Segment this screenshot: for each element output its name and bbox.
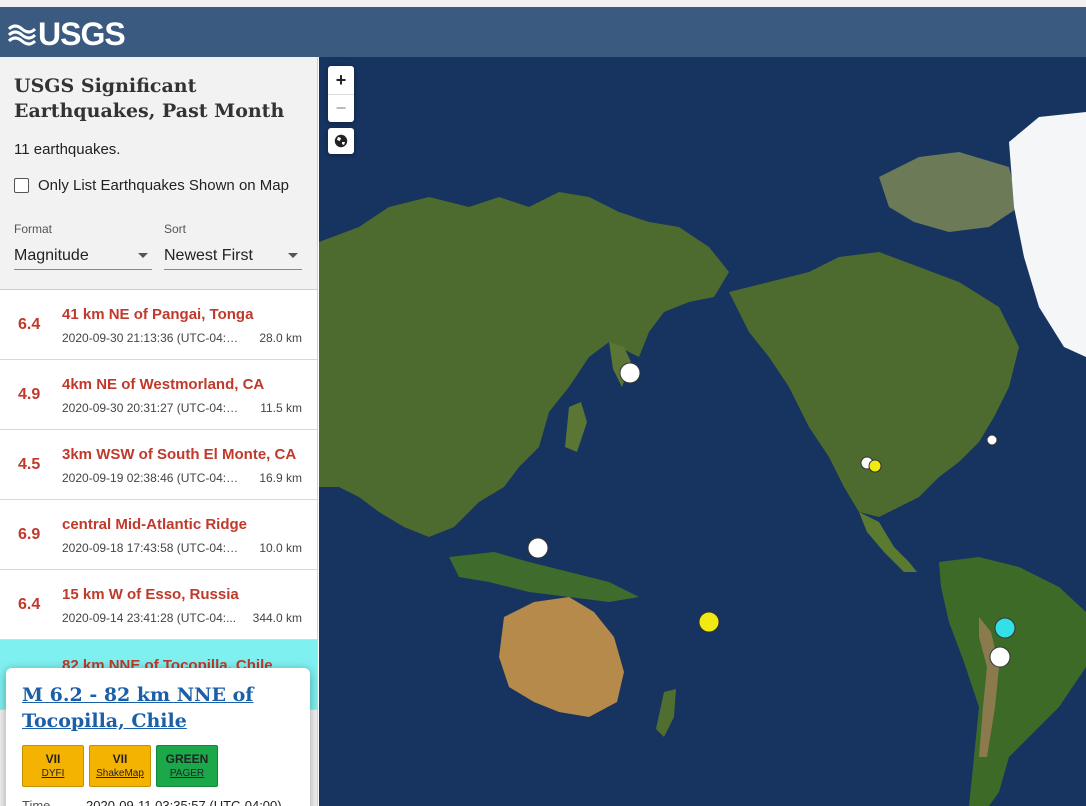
dyfi-value: VII (45, 752, 61, 766)
earthquake-list-item[interactable]: 6.4 41 km NE of Pangai, Tonga 2020-09-30… (0, 290, 317, 360)
earthquake-marker-selected[interactable] (994, 617, 1016, 639)
magnitude: 6.9 (18, 526, 41, 543)
dyfi-label: DYFI (41, 768, 65, 779)
event-time: 2020-09-14 23:41:28 (UTC-04:... (62, 611, 237, 625)
format-label: Format (14, 222, 53, 236)
earthquake-marker[interactable] (619, 362, 641, 384)
earthquake-marker[interactable] (527, 537, 549, 559)
sort-select-group: Sort Newest First (164, 222, 302, 270)
location: 4km NE of Westmorland, CA (62, 376, 265, 393)
depth: 11.5 km (260, 401, 302, 415)
pager-value: GREEN (165, 752, 209, 766)
earthquake-popup: M 6.2 - 82 km NNE of Tocopilla, Chile VI… (6, 668, 310, 806)
pager-badge[interactable]: GREEN PAGER (156, 745, 218, 787)
shakemap-badge[interactable]: VII ShakeMap (89, 745, 151, 787)
format-select-group: Format Magnitude (14, 222, 152, 270)
logo-text: USGS (38, 16, 126, 52)
magnitude: 4.5 (18, 456, 41, 473)
pager-label: PAGER (169, 768, 205, 779)
event-time: 2020-09-30 21:13:36 (UTC-04:00) (62, 331, 242, 345)
location: 41 km NE of Pangai, Tonga (62, 306, 254, 323)
dyfi-badge[interactable]: VII DYFI (22, 745, 84, 787)
only-list-checkbox[interactable] (14, 178, 29, 193)
event-time: 2020-09-19 02:38:46 (UTC-04:00) (62, 471, 242, 485)
location: 15 km W of Esso, Russia (62, 586, 239, 603)
depth: 344.0 km (252, 611, 302, 625)
magnitude: 6.4 (18, 316, 41, 333)
popup-title-link[interactable]: M 6.2 - 82 km NNE of Tocopilla, Chile (22, 682, 292, 734)
globe-icon (334, 134, 348, 148)
earthquake-marker[interactable] (698, 611, 720, 633)
depth: 16.9 km (259, 471, 302, 485)
chevron-down-icon (288, 253, 298, 258)
earthquake-marker[interactable] (989, 646, 1011, 668)
magnitude: 4.9 (18, 386, 41, 403)
format-select[interactable]: Magnitude (14, 242, 152, 270)
usgs-logo[interactable]: USGS (8, 16, 126, 52)
page-title: USGS Significant Earthquakes, Past Month (14, 75, 285, 122)
only-list-label: Only List Earthquakes Shown on Map (38, 177, 289, 194)
earthquake-list: 6.4 41 km NE of Pangai, Tonga 2020-09-30… (0, 289, 317, 710)
event-time: 2020-09-30 20:31:27 (UTC-04:00) (62, 401, 242, 415)
zoom-out-button[interactable]: − (328, 94, 354, 122)
sort-value: Newest First (164, 246, 253, 264)
popup-time-value: 2020-09-11 03:35:57 (UTC-04:00) (86, 798, 282, 806)
format-value: Magnitude (14, 246, 89, 264)
popup-time-label: Time (22, 798, 51, 806)
earthquake-list-item[interactable]: 4.5 3km WSW of South El Monte, CA 2020-0… (0, 430, 317, 500)
impact-badges: VII DYFI VII ShakeMap GREEN PAGER (22, 745, 218, 787)
shakemap-value: VII (112, 752, 128, 766)
site-header: USGS (0, 0, 1086, 57)
layers-button[interactable] (328, 128, 354, 154)
zoom-in-button[interactable]: + (328, 66, 354, 94)
world-map[interactable] (319, 57, 1086, 806)
earthquake-list-item[interactable]: 4.9 4km NE of Westmorland, CA 2020-09-30… (0, 360, 317, 430)
magnitude: 6.4 (18, 596, 41, 613)
earthquake-list-item[interactable]: 6.4 15 km W of Esso, Russia 2020-09-14 2… (0, 570, 317, 640)
earthquake-marker[interactable] (868, 459, 882, 473)
only-list-shown-option[interactable]: Only List Earthquakes Shown on Map (14, 177, 289, 194)
sort-label: Sort (164, 222, 187, 236)
depth: 10.0 km (259, 541, 302, 555)
event-time: 2020-09-18 17:43:58 (UTC-04:00) (62, 541, 242, 555)
location: 3km WSW of South El Monte, CA (62, 446, 297, 463)
sort-select[interactable]: Newest First (164, 242, 302, 270)
shakemap-label: ShakeMap (96, 768, 144, 779)
location: central Mid-Atlantic Ridge (62, 516, 248, 533)
depth: 28.0 km (259, 331, 302, 345)
zoom-control: + − (328, 66, 354, 122)
earthquake-marker[interactable] (986, 434, 998, 446)
earthquake-count: 11 earthquakes. (14, 141, 121, 158)
chevron-down-icon (138, 253, 148, 258)
earthquake-list-item[interactable]: 6.9 central Mid-Atlantic Ridge 2020-09-1… (0, 500, 317, 570)
usgs-wave-icon (8, 24, 36, 46)
map-canvas (319, 57, 1086, 806)
